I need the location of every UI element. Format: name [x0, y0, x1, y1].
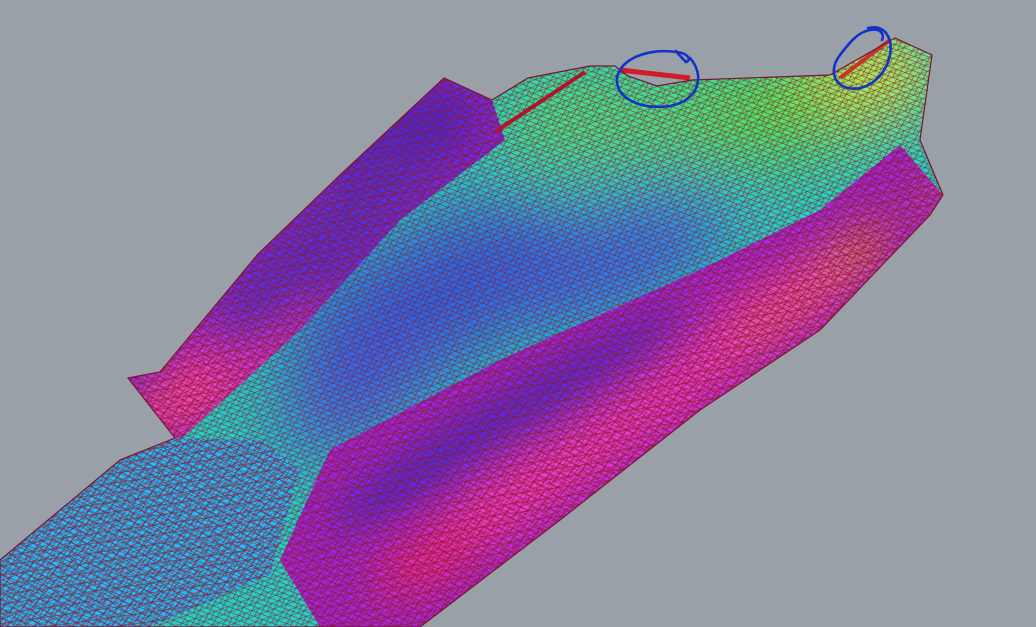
3d-viewport[interactable]: [0, 0, 1036, 627]
mesh-render: [0, 26, 944, 627]
